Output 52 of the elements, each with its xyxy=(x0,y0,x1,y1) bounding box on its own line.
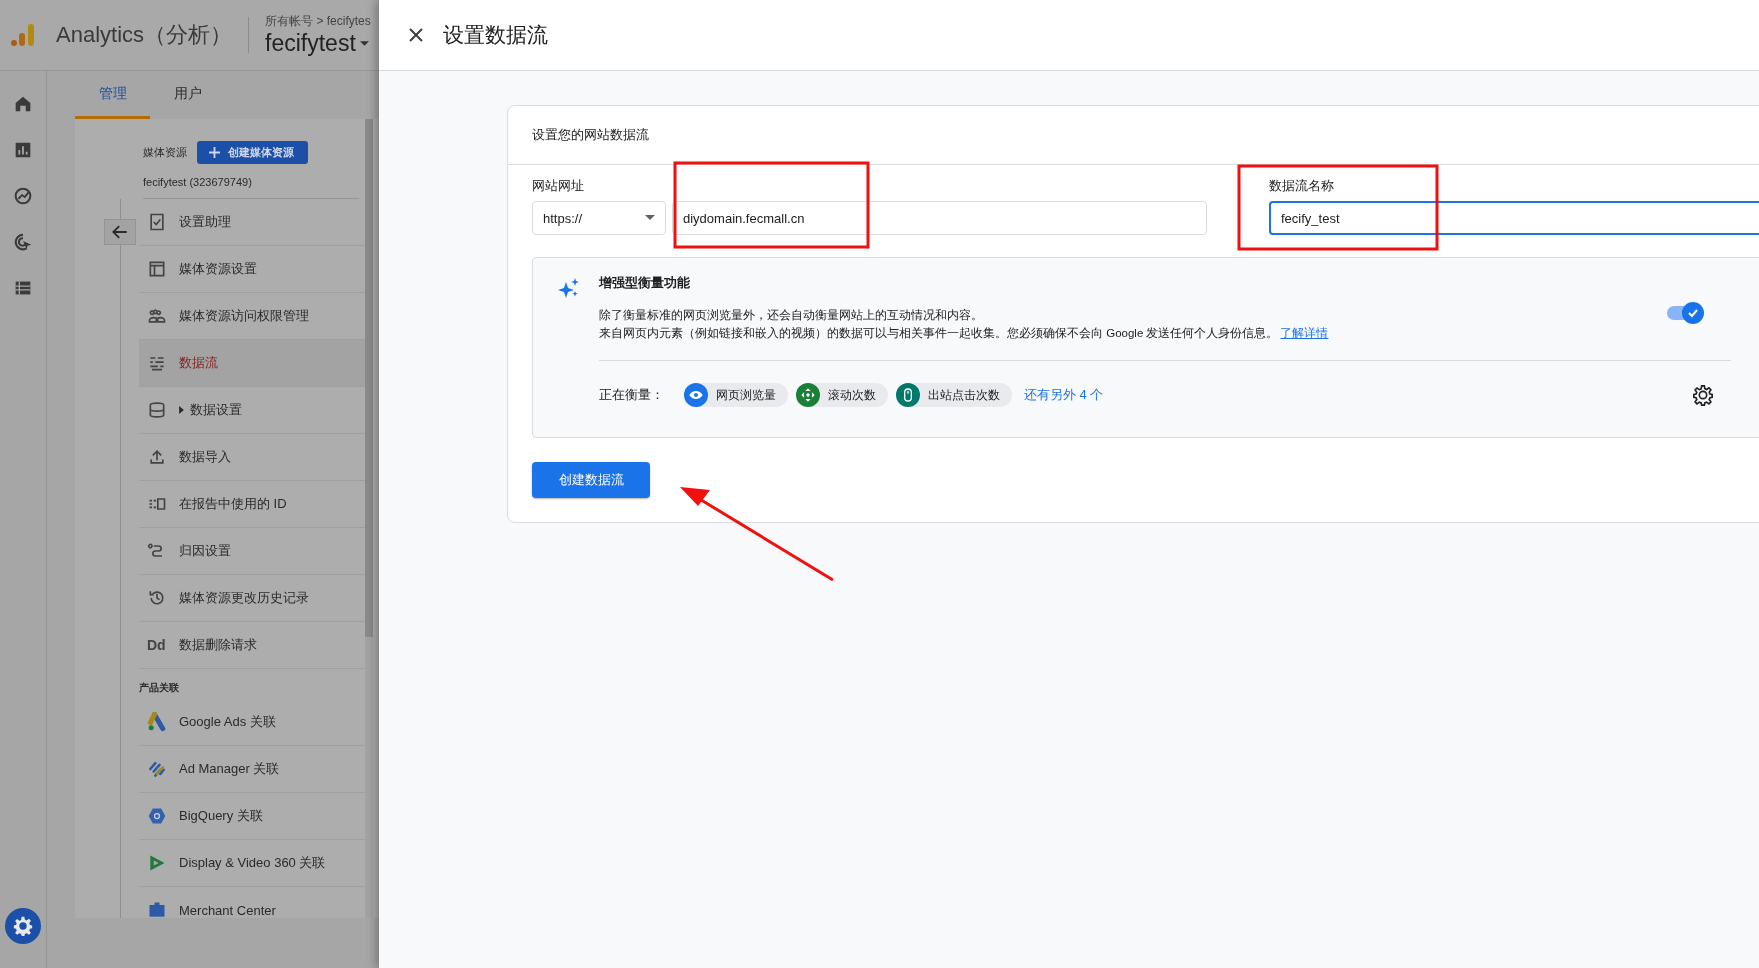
section-label: 媒体资源 xyxy=(143,145,187,160)
settings-icon[interactable] xyxy=(1692,384,1714,406)
menu-icon xyxy=(147,212,167,232)
create-property-button[interactable]: 创建媒体资源 xyxy=(197,141,308,164)
measuring-label: 正在衡量： xyxy=(599,386,664,404)
play-logo-icon xyxy=(147,853,167,873)
protocol-select[interactable]: https:// xyxy=(532,201,666,235)
field-label: 数据流名称 xyxy=(1269,177,1335,195)
stream-name-input[interactable]: fecify_test xyxy=(1269,201,1759,235)
panel-title: 设置数据流 xyxy=(443,22,548,48)
property-id: fecifytest (323679749) xyxy=(143,176,359,199)
field-label: 网站网址 xyxy=(532,177,585,195)
back-button[interactable] xyxy=(104,219,136,245)
section-title: 增强型衡量功能 xyxy=(599,274,691,292)
dropdown-icon xyxy=(645,215,655,221)
description: 除了衡量标准的网页浏览量外，还会自动衡量网站上的互动情况和内容。 xyxy=(599,308,984,322)
metric-chip: 出站点击次数 xyxy=(896,383,1012,407)
url-input[interactable]: diydomain.fecmall.cn xyxy=(672,201,1207,235)
menu-icon xyxy=(147,400,167,420)
card-title: 设置您的网站数据流 xyxy=(508,106,1759,165)
ad-manager-logo-icon xyxy=(147,759,167,779)
menu-icon xyxy=(147,447,167,467)
check-icon xyxy=(1687,307,1699,319)
toggle-switch[interactable] xyxy=(1665,301,1705,325)
sparkle-icon xyxy=(557,276,581,300)
trend-chart-icon[interactable] xyxy=(12,185,34,207)
breadcrumb[interactable]: 所有帐号 > fecifytes xyxy=(265,13,371,30)
menu-item[interactable]: 数据流 xyxy=(139,340,365,387)
ads-logo-icon xyxy=(147,712,167,732)
menu-icon xyxy=(147,259,167,279)
bigquery-logo-icon xyxy=(147,806,167,826)
metric-chip: 网页浏览量 xyxy=(684,383,788,407)
dropdown-icon xyxy=(359,40,369,47)
more-link[interactable]: 还有另外 4 个 xyxy=(1024,386,1104,404)
settings-button[interactable] xyxy=(5,908,41,944)
learn-more-link[interactable]: 了解详情 xyxy=(1280,327,1329,339)
create-stream-button[interactable]: 创建数据流 xyxy=(532,462,650,498)
menu-icon xyxy=(147,306,167,326)
dd-icon: Dd xyxy=(147,637,167,653)
description: 来自网页内元素（例如链接和嵌入的视频）的数据可以与相关事件一起收集。您必须确保不会向 Google 发送任何个人身份信息。 了解详情 xyxy=(599,326,1330,340)
app-title: Analytics（分析） xyxy=(56,21,233,49)
tab[interactable]: 用户 xyxy=(150,71,225,119)
section-heading: 产品关联 xyxy=(139,681,180,695)
property-selector[interactable]: fecifytest xyxy=(265,30,371,57)
settings-icon xyxy=(12,915,34,937)
menu-icon xyxy=(147,588,167,608)
plus-icon xyxy=(209,147,220,158)
expand-icon xyxy=(179,406,184,414)
analytics-logo-icon xyxy=(10,22,36,48)
metric-chip: 滚动次数 xyxy=(796,383,888,407)
close-button[interactable] xyxy=(409,28,423,42)
scrollbar-thumb[interactable] xyxy=(365,119,373,637)
